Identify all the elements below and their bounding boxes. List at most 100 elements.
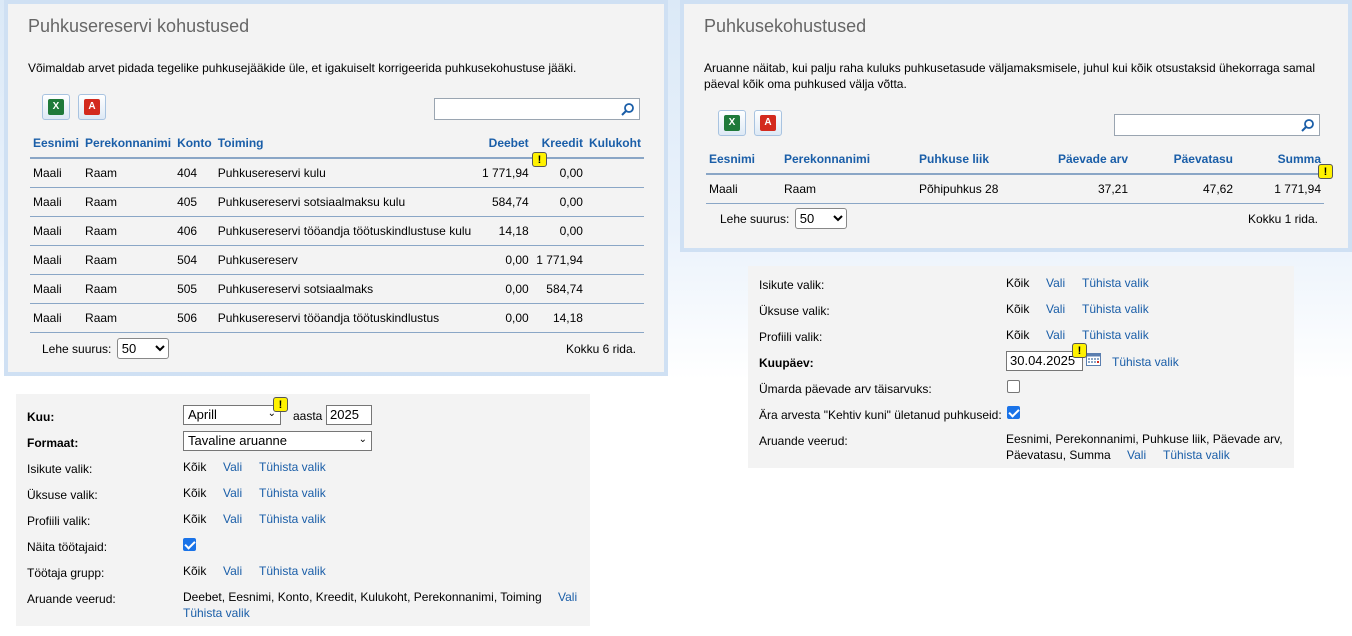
cell-eesnimi: Maali [30, 245, 83, 275]
col-header-konto[interactable]: Konto [174, 128, 215, 159]
col-header-eesnimi[interactable]: Eesnimi [30, 128, 83, 159]
unit-choose-link[interactable]: Vali [223, 486, 242, 500]
col-header-deebet[interactable]: Deebet [475, 128, 532, 159]
report-columns-choose-link[interactable]: Vali [1127, 448, 1146, 462]
excel-export-button[interactable]: X [42, 94, 70, 120]
search-box [434, 98, 640, 120]
warning-icon[interactable]: ! [273, 397, 288, 412]
cell-kreedit: 1 771,94 [531, 245, 586, 275]
report-columns-clear-link[interactable]: Tühista valik [183, 606, 250, 620]
table-row: Maali Raam 506 Puhkusereservi tööandja t… [30, 303, 644, 333]
cell-kulukoht [585, 158, 644, 188]
cell-perekonnanimi: Raam [781, 174, 916, 204]
report-description: Võimaldab arvet pidada tegelike puhkusej… [28, 61, 577, 75]
search-icon[interactable] [621, 102, 635, 116]
col-header-kulukoht[interactable]: Kulukoht [585, 128, 644, 159]
year-label: aasta [293, 409, 323, 423]
chevron-down-icon: ⌄ [358, 434, 367, 445]
report-description-line2: päeval kõik oma puhkused välja võtta. [704, 77, 907, 91]
employee-group-value: Kõik [183, 564, 207, 578]
cell-kulukoht [585, 187, 644, 217]
cell-perekonnanimi: Raam [82, 245, 175, 275]
unit-clear-link[interactable]: Tühista valik [259, 486, 326, 500]
left-report-panel: Puhkusereservi kohustused Võimaldab arve… [4, 0, 668, 376]
cell-konto: 404 [174, 158, 215, 188]
cell-kreedit: 14,18 [531, 303, 586, 333]
pdf-export-button[interactable]: A [754, 110, 782, 136]
cell-kulukoht [585, 303, 644, 333]
col-header-summa[interactable]: Summa [1236, 144, 1324, 175]
month-select[interactable]: Aprill ⌄ [183, 405, 281, 425]
persons-clear-link[interactable]: Tühista valik [1082, 276, 1149, 290]
month-label: Kuu: [27, 410, 55, 424]
date-label: Kuupäev: [759, 356, 814, 370]
report-columns-choose-link[interactable]: Vali [558, 590, 577, 604]
col-header-perekonnanimi[interactable]: Perekonnanimi [781, 144, 916, 175]
col-header-eesnimi[interactable]: Eesnimi [706, 144, 781, 175]
profile-label: Profiili valik: [27, 514, 91, 528]
page-size-control: Lehe suurus: 50 [42, 338, 169, 359]
cell-deebet: 0,00 [475, 274, 532, 304]
cell-perekonnanimi: Raam [82, 303, 175, 333]
round-days-checkbox[interactable] [1007, 380, 1020, 393]
cell-kreedit: 0,00 [531, 187, 586, 217]
table-row: Maali Raam 404 Puhkusereservi kulu 1 771… [30, 158, 644, 188]
persons-choose-link[interactable]: Vali [1046, 276, 1065, 290]
pdf-export-button[interactable]: A [78, 94, 106, 120]
format-value: Tavaline aruanne [188, 433, 288, 448]
year-input[interactable]: 2025 [326, 405, 372, 425]
page-size-label: Lehe suurus: [42, 342, 112, 356]
report-columns-value: Deebet, Eesnimi, Konto, Kreedit, Kulukoh… [183, 590, 542, 604]
unit-clear-link[interactable]: Tühista valik [1082, 302, 1149, 316]
cell-toiming: Puhkusereservi sotsiaalmaks [214, 274, 476, 304]
cell-perekonnanimi: Raam [82, 216, 175, 246]
warning-icon[interactable]: ! [1072, 343, 1087, 358]
skip-expired-checkbox[interactable] [1007, 406, 1020, 419]
month-value: Aprill [188, 407, 217, 422]
profile-clear-link[interactable]: Tühista valik [1082, 328, 1149, 342]
warning-icon[interactable]: ! [1318, 164, 1333, 179]
left-filter-form: Kuu: Aprill ⌄ ! aasta 2025 Formaat: Tava… [16, 394, 590, 626]
col-header-toiming[interactable]: Toiming [214, 128, 476, 159]
format-select[interactable]: Tavaline aruanne ⌄ [183, 431, 372, 451]
show-employees-checkbox[interactable] [183, 538, 196, 551]
profile-clear-link[interactable]: Tühista valik [259, 512, 326, 526]
page-size-select[interactable]: 50 [116, 338, 169, 359]
col-header-puhkuse-liik[interactable]: Puhkuse liik [916, 144, 1026, 175]
page-size-select[interactable]: 50 [794, 208, 847, 229]
table-row: Maali Raam 406 Puhkusereservi tööandja t… [30, 216, 644, 246]
format-label: Formaat: [27, 436, 79, 450]
date-clear-link[interactable]: Tühista valik [1112, 355, 1179, 369]
cell-deebet: 0,00 [475, 245, 532, 275]
cell-deebet: 0,00 [475, 303, 532, 333]
cell-perekonnanimi: Raam [82, 187, 175, 217]
persons-choose-link[interactable]: Vali [223, 460, 242, 474]
search-icon[interactable] [1301, 118, 1315, 132]
col-header-paevatasu[interactable]: Päevatasu [1131, 144, 1236, 175]
cell-toiming: Puhkusereservi sotsiaalmaksu kulu [214, 187, 476, 217]
employee-group-clear-link[interactable]: Tühista valik [259, 564, 326, 578]
cell-eesnimi: Maali [706, 174, 781, 204]
col-header-paevade-arv[interactable]: Päevade arv [1026, 144, 1131, 175]
calendar-icon[interactable] [1086, 352, 1101, 366]
cell-eesnimi: Maali [30, 274, 83, 304]
persons-label: Isikute valik: [27, 462, 93, 476]
report-columns-value-line2: Päevatasu, Summa [1006, 448, 1111, 462]
col-header-perekonnanimi[interactable]: Perekonnanimi [82, 128, 175, 159]
excel-export-button[interactable]: X [718, 110, 746, 136]
table-row: Maali Raam 504 Puhkusereserv 0,00 1 771,… [30, 245, 644, 275]
persons-clear-link[interactable]: Tühista valik [259, 460, 326, 474]
cell-eesnimi: Maali [30, 303, 83, 333]
round-days-label: Ümarda päevade arv täisarvuks: [759, 382, 932, 396]
unit-value: Kõik [1006, 302, 1030, 316]
profile-choose-link[interactable]: Vali [223, 512, 242, 526]
pdf-icon: A [84, 99, 100, 115]
search-input[interactable] [435, 99, 615, 119]
employee-group-choose-link[interactable]: Vali [223, 564, 242, 578]
search-input[interactable] [1115, 115, 1295, 135]
report-columns-clear-link[interactable]: Tühista valik [1163, 448, 1230, 462]
unit-choose-link[interactable]: Vali [1046, 302, 1065, 316]
warning-icon[interactable]: ! [532, 152, 547, 167]
row-count: Kokku 1 rida. [1247, 212, 1318, 226]
profile-choose-link[interactable]: Vali [1046, 328, 1065, 342]
